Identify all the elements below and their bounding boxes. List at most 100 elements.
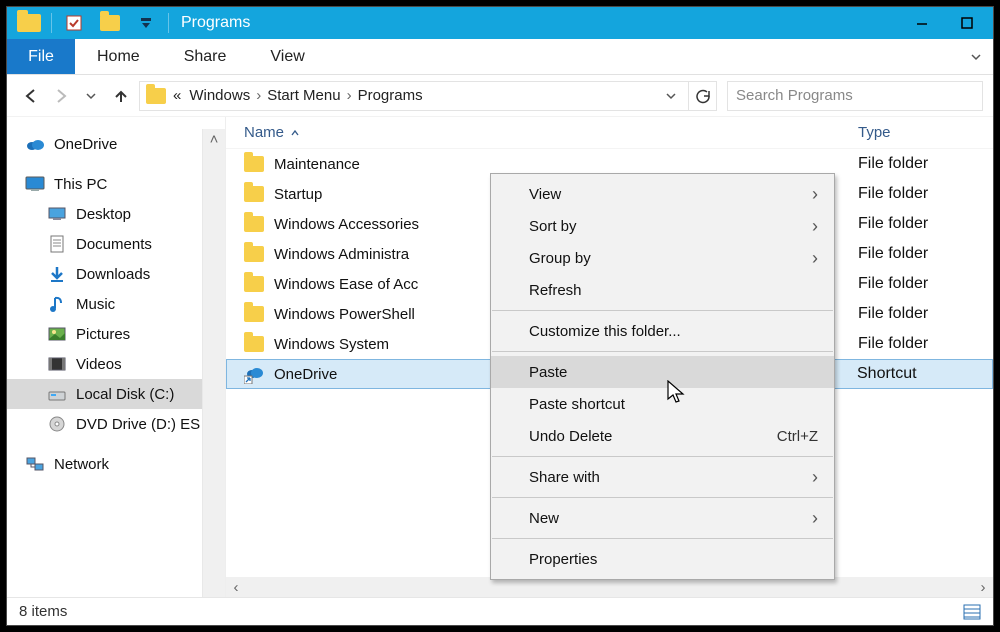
recent-dropdown-icon[interactable] [79, 84, 103, 108]
quickaccess-dropdown-icon[interactable] [134, 11, 158, 35]
status-item-count: 8 items [19, 603, 67, 620]
context-properties[interactable]: Properties [491, 543, 834, 575]
up-button[interactable] [109, 84, 133, 108]
breadcrumb-startmenu[interactable]: Start Menu [267, 87, 340, 104]
drive-icon [47, 384, 67, 404]
column-type-label[interactable]: Type [858, 124, 993, 141]
context-item-label: Paste shortcut [529, 396, 625, 413]
sidebar-item-dvddrive[interactable]: DVD Drive (D:) ES [7, 409, 202, 439]
sidebar-item-downloads[interactable]: Downloads [7, 259, 202, 289]
maximize-button[interactable] [944, 8, 989, 38]
sidebar-item-label: Videos [76, 356, 122, 373]
chevron-right-icon[interactable]: › [256, 87, 261, 104]
sidebar-item-localdisk[interactable]: Local Disk (C:) [7, 379, 202, 409]
context-pasteshortcut[interactable]: Paste shortcut [491, 388, 834, 420]
home-tab[interactable]: Home [75, 39, 162, 74]
file-tab[interactable]: File [7, 39, 75, 74]
sidebar-item-thispc[interactable]: This PC [7, 169, 202, 199]
context-view[interactable]: View› [491, 178, 834, 210]
context-item-label: Properties [529, 551, 597, 568]
share-tab[interactable]: Share [162, 39, 249, 74]
file-type: File folder [858, 245, 993, 263]
file-name: Windows Accessories [274, 216, 419, 233]
window-title: Programs [181, 14, 250, 32]
context-undodelete[interactable]: Undo DeleteCtrl+Z [491, 420, 834, 452]
context-groupby[interactable]: Group by› [491, 242, 834, 274]
context-paste[interactable]: Paste [491, 356, 834, 388]
address-folder-icon [143, 83, 169, 109]
column-headers[interactable]: Name Type [226, 117, 993, 149]
address-bar[interactable]: « Windows › Start Menu › Programs [139, 81, 717, 111]
breadcrumb-prefix: « [173, 87, 181, 104]
ribbon-expand-icon[interactable] [959, 39, 993, 74]
thispc-icon [25, 174, 45, 194]
submenu-arrow-icon: › [812, 509, 818, 527]
sidebar-item-documents[interactable]: Documents [7, 229, 202, 259]
sidebar-item-label: This PC [54, 176, 107, 193]
context-sharewith[interactable]: Share with› [491, 461, 834, 493]
quickaccess-properties-icon[interactable] [62, 11, 86, 35]
view-tab[interactable]: View [248, 39, 326, 74]
sidebar-item-desktop[interactable]: Desktop [7, 199, 202, 229]
file-name: Windows Ease of Acc [274, 276, 418, 293]
sidebar-item-videos[interactable]: Videos [7, 349, 202, 379]
minimize-button[interactable] [899, 8, 944, 38]
scroll-left-icon[interactable]: ‹ [226, 579, 246, 596]
view-details-icon[interactable] [963, 604, 981, 620]
sidebar-item-pictures[interactable]: Pictures [7, 319, 202, 349]
context-item-label: Undo Delete [529, 428, 612, 445]
context-separator [492, 538, 833, 539]
refresh-button[interactable] [688, 82, 716, 110]
context-customize[interactable]: Customize this folder... [491, 315, 834, 347]
folder-icon [244, 306, 264, 322]
context-item-label: Share with [529, 469, 600, 486]
chevron-right-icon[interactable]: › [347, 87, 352, 104]
sidebar-item-network[interactable]: Network [7, 449, 202, 479]
quickaccess-newfolder-icon[interactable] [98, 11, 122, 35]
context-refresh[interactable]: Refresh [491, 274, 834, 306]
context-separator [492, 456, 833, 457]
context-item-label: New [529, 510, 559, 527]
file-name: OneDrive [274, 366, 337, 383]
search-input[interactable]: Search Programs [727, 81, 983, 111]
documents-icon [47, 234, 67, 254]
context-separator [492, 310, 833, 311]
column-name-label[interactable]: Name [244, 124, 284, 141]
titlebar: Programs [7, 7, 993, 39]
file-name: Windows System [274, 336, 389, 353]
sidebar-scrollbar[interactable]: ˄ [202, 129, 225, 597]
ribbon-tabs: File Home Share View [7, 39, 993, 75]
scroll-right-icon[interactable]: › [973, 579, 993, 596]
folder-icon [244, 276, 264, 292]
submenu-arrow-icon: › [812, 249, 818, 267]
scroll-up-icon[interactable]: ˄ [203, 129, 225, 149]
sidebar-item-label: Music [76, 296, 115, 313]
file-type: File folder [858, 275, 993, 293]
address-dropdown-icon[interactable] [659, 84, 683, 108]
explorer-window: Programs File Home Share View « Windows … [6, 6, 994, 626]
context-new[interactable]: New › [491, 502, 834, 534]
shortcut-icon [244, 364, 264, 384]
downloads-icon [47, 264, 67, 284]
music-icon [47, 294, 67, 314]
sidebar-item-onedrive[interactable]: OneDrive [7, 129, 202, 159]
sidebar-item-music[interactable]: Music [7, 289, 202, 319]
navigation-bar: « Windows › Start Menu › Programs Search… [7, 75, 993, 117]
breadcrumb-windows[interactable]: Windows [189, 87, 250, 104]
context-item-label: Sort by [529, 218, 577, 235]
context-separator [492, 351, 833, 352]
breadcrumb-programs[interactable]: Programs [358, 87, 423, 104]
videos-icon [47, 354, 67, 374]
sidebar-item-label: Local Disk (C:) [76, 386, 174, 403]
sidebar-item-label: Pictures [76, 326, 130, 343]
submenu-arrow-icon: › [812, 185, 818, 203]
forward-button[interactable] [49, 84, 73, 108]
folder-icon [244, 216, 264, 232]
context-sortby[interactable]: Sort by› [491, 210, 834, 242]
file-name: Startup [274, 186, 322, 203]
horizontal-scrollbar[interactable]: ‹ › [226, 577, 993, 597]
file-type: File folder [858, 155, 993, 173]
back-button[interactable] [19, 84, 43, 108]
folder-icon [244, 156, 264, 172]
pictures-icon [47, 324, 67, 344]
